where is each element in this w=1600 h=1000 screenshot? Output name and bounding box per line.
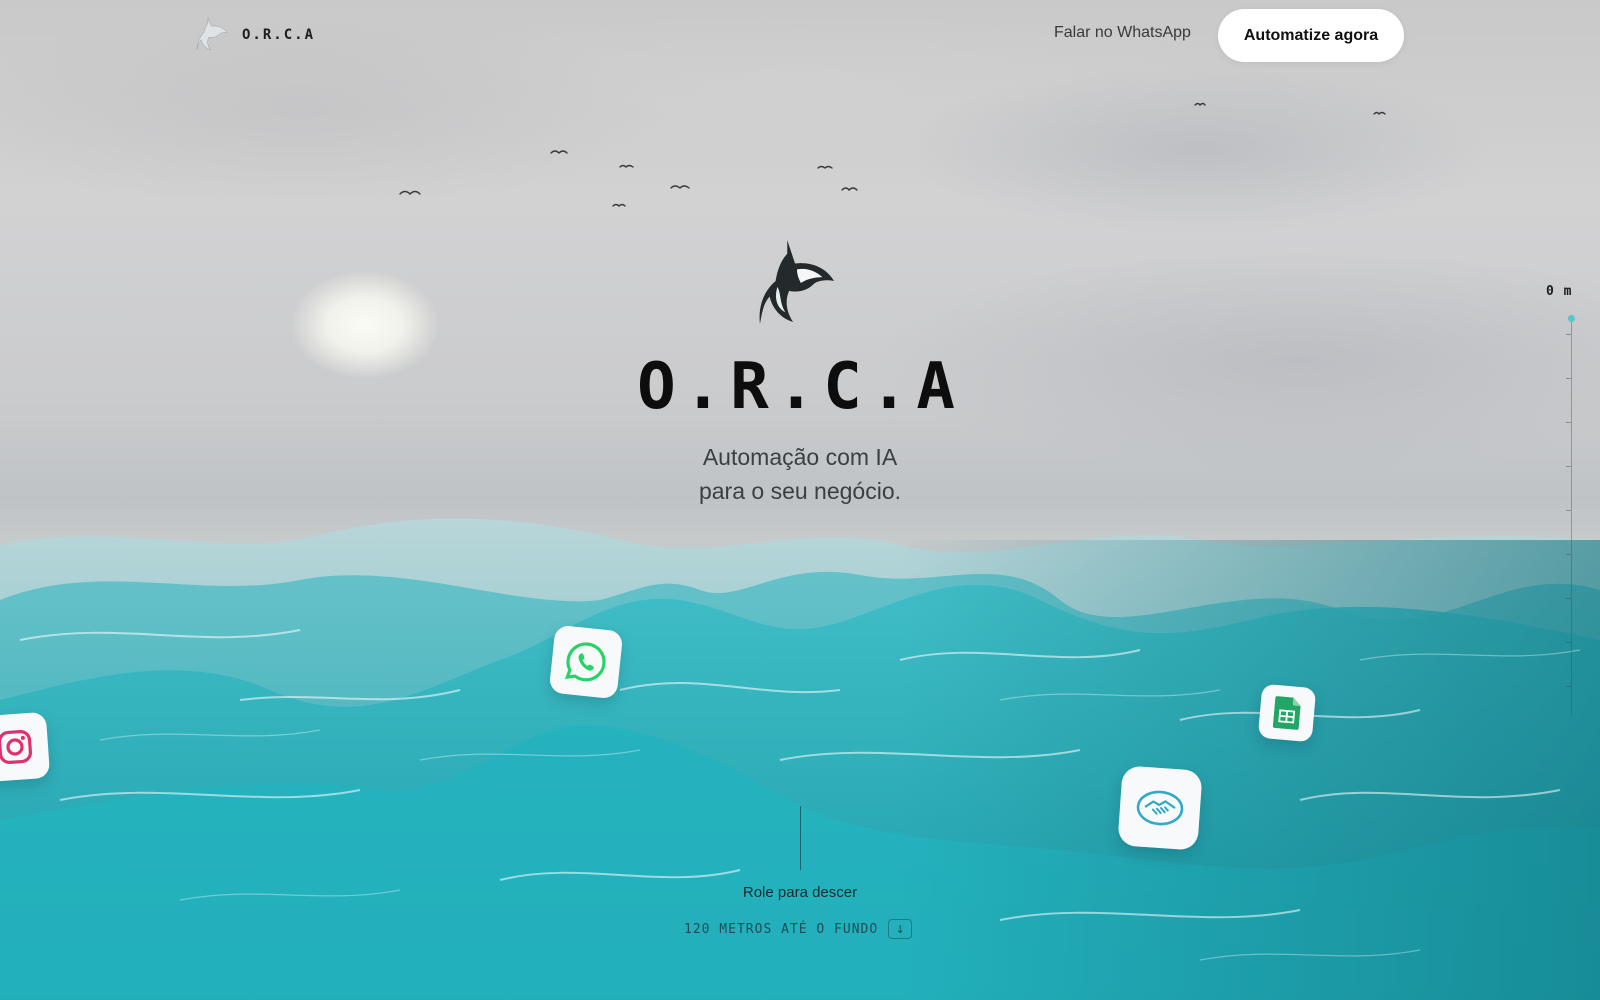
gauge-tick	[1566, 554, 1571, 555]
depth-note: 120 METROS ATÉ O FUNDO ↓	[684, 919, 913, 939]
gauge-tick	[1566, 598, 1571, 599]
gauge-tick	[1566, 642, 1571, 643]
arrow-down-icon[interactable]: ↓	[888, 919, 913, 939]
depth-gauge-marker	[1568, 315, 1575, 322]
orca-hero-icon	[759, 240, 835, 324]
whatsapp-tile	[548, 624, 624, 700]
handshake-tile	[1117, 765, 1203, 851]
automate-now-button[interactable]: Automatize agora	[1218, 9, 1404, 62]
nav-brand: O.R.C.A	[242, 27, 316, 43]
hero-subtitle-line: para o seu negócio.	[698, 478, 902, 504]
depth-gauge-track	[1571, 318, 1572, 716]
nav-logo[interactable]: O.R.C.A	[196, 16, 315, 54]
whatsapp-nav-link[interactable]: Falar no WhatsApp	[1054, 24, 1191, 42]
google-sheets-tile	[1257, 683, 1317, 743]
gauge-tick	[1566, 686, 1571, 687]
gauge-tick	[1566, 378, 1571, 379]
gauge-tick	[1566, 510, 1571, 511]
whatsapp-icon	[564, 642, 606, 682]
depth-note-text: 120 METROS ATÉ O FUNDO	[684, 921, 879, 937]
handshake-icon	[1136, 790, 1184, 826]
hero-subtitle: Automação com IA para o seu negócio.	[0, 440, 1600, 508]
gauge-tick	[1566, 334, 1571, 335]
instagram-tile	[0, 711, 51, 783]
scroll-label[interactable]: Role para descer	[0, 884, 1600, 901]
instagram-icon	[0, 729, 33, 765]
gauge-tick	[1566, 422, 1571, 423]
orca-logo-icon	[196, 17, 228, 51]
gauge-tick	[1566, 466, 1571, 467]
hero-subtitle-line: Automação com IA	[702, 444, 898, 470]
hero-scene: O.R.C.A Falar no WhatsApp Automatize ago…	[0, 0, 1600, 1000]
depth-readout: 0 m	[1546, 284, 1573, 299]
hero-title: O.R.C.A	[637, 350, 963, 424]
google-sheets-icon	[1272, 696, 1301, 730]
scroll-indicator-line	[800, 806, 801, 870]
